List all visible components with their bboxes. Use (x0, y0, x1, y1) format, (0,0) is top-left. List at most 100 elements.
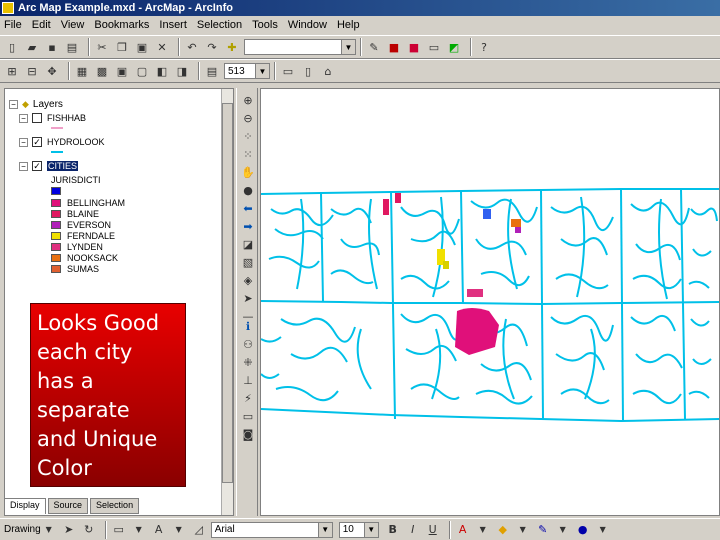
zoom-100-percent-icon[interactable]: ▩ (94, 63, 110, 79)
chevron-down-icon[interactable]: ▼ (131, 522, 147, 538)
chevron-down-icon[interactable]: ▼ (363, 522, 378, 537)
menu-help[interactable]: Help (337, 19, 360, 31)
zoom-out-icon[interactable]: ⊖ (240, 110, 256, 126)
chevron-down-icon[interactable]: ▼ (555, 522, 571, 538)
find-binoculars-icon[interactable]: ⚇ (240, 336, 256, 352)
city-polygon-everson[interactable] (515, 227, 521, 233)
arctoolbox-icon[interactable]: ■ (386, 39, 402, 55)
menu-insert[interactable]: Insert (159, 19, 187, 31)
paste-icon[interactable]: ▣ (134, 39, 150, 55)
toggle-draft-mode-icon[interactable]: ▭ (280, 63, 296, 79)
menu-tools[interactable]: Tools (252, 19, 278, 31)
city-polygon-ferndale[interactable] (443, 261, 449, 269)
open-folder-icon[interactable]: ▰ (24, 39, 40, 55)
map-display[interactable] (260, 88, 720, 516)
tab-source[interactable]: Source (47, 498, 89, 514)
full-extent-globe-icon[interactable]: ● (240, 182, 256, 198)
collapse-icon[interactable]: − (19, 137, 28, 147)
fill-color-icon[interactable]: ◆ (495, 522, 511, 538)
new-document-icon[interactable]: ▯ (4, 39, 20, 55)
model-builder-icon[interactable]: ◩ (446, 39, 462, 55)
chevron-down-icon[interactable]: ▼ (41, 522, 57, 538)
map-canvas[interactable] (261, 89, 720, 516)
city-polygon-blaine[interactable] (395, 193, 401, 203)
chevron-down-icon[interactable]: ▼ (341, 40, 355, 54)
layer-visibility-checkbox[interactable]: ✓ (32, 161, 42, 171)
zoom-control-icon[interactable]: ▤ (204, 63, 220, 79)
toc-scrollbar[interactable] (221, 89, 233, 515)
save-icon[interactable]: ▪ (44, 39, 60, 55)
rotate-icon[interactable]: ↻ (81, 522, 97, 538)
fixed-zoom-out-page-icon[interactable]: ▢ (134, 63, 150, 79)
select-features-icon[interactable]: ◪ (240, 236, 256, 252)
arccatalog-icon[interactable]: ■ (406, 39, 422, 55)
pan-hand-icon[interactable]: ✋ (240, 164, 256, 180)
collapse-icon[interactable]: − (19, 113, 28, 123)
italic-button[interactable]: I (405, 522, 421, 538)
back-arrow-icon[interactable]: ⬅ (240, 200, 256, 216)
chevron-down-icon[interactable]: ▼ (171, 522, 187, 538)
whats-this-help-icon[interactable]: ? (476, 39, 492, 55)
zoom-percent-combo[interactable]: 513 ▼ (224, 63, 270, 79)
toc-layer-row[interactable]: − ✓ CITIES (19, 161, 79, 171)
previous-extent-page-icon[interactable]: ◧ (154, 63, 170, 79)
fixed-zoom-in-page-icon[interactable]: ▣ (114, 63, 130, 79)
line-color-icon[interactable]: ✎ (535, 522, 551, 538)
add-data-icon[interactable]: ✚ (224, 39, 240, 55)
rectangle-icon[interactable]: ▭ (111, 522, 127, 538)
toc-layer-row[interactable]: − FISHHAB (19, 113, 86, 123)
menu-edit[interactable]: Edit (32, 19, 51, 31)
text-tool-icon[interactable]: A (151, 522, 167, 538)
copy-icon[interactable]: ❐ (114, 39, 130, 55)
drawing-menu[interactable]: Drawing (4, 524, 41, 535)
city-polygon-nooksack[interactable] (511, 219, 521, 227)
scrollbar-thumb[interactable] (222, 103, 233, 483)
menu-window[interactable]: Window (288, 19, 327, 31)
measure-ruler-icon[interactable]: ⊥ (240, 372, 256, 388)
collapse-icon[interactable]: − (19, 161, 28, 171)
chevron-down-icon[interactable]: ▼ (317, 522, 332, 537)
time-slider-icon[interactable]: ◙ (240, 426, 256, 442)
zoom-in-page-icon[interactable]: ⊞ (4, 63, 20, 79)
html-popup-icon[interactable]: ▭ (240, 408, 256, 424)
bold-button[interactable]: B (385, 522, 401, 538)
fixed-zoom-out-icon[interactable]: ⁙ (240, 146, 256, 162)
pan-page-icon[interactable]: ✥ (44, 63, 60, 79)
select-elements-arrow-icon[interactable]: ➤ (240, 290, 256, 306)
go-to-xy-icon[interactable]: ⁜ (240, 354, 256, 370)
chevron-down-icon[interactable]: ▼ (475, 522, 491, 538)
menu-file[interactable]: File (4, 19, 22, 31)
delete-icon[interactable]: ✕ (154, 39, 170, 55)
underline-button[interactable]: U (425, 522, 441, 538)
chevron-down-icon[interactable]: ▼ (595, 522, 611, 538)
toc-root-row[interactable]: − ◆ Layers (9, 99, 63, 110)
city-polygon-blaine[interactable] (383, 199, 389, 215)
tab-selection[interactable]: Selection (90, 498, 140, 514)
font-color-icon[interactable]: A (455, 522, 471, 538)
chevron-down-icon[interactable]: ▼ (515, 522, 531, 538)
select-elements-icon[interactable]: ➤ (61, 522, 77, 538)
next-extent-page-icon[interactable]: ◨ (174, 63, 190, 79)
menu-selection[interactable]: Selection (197, 19, 242, 31)
collapse-icon[interactable]: − (9, 100, 18, 109)
zoom-in-icon[interactable]: ⊕ (240, 92, 256, 108)
font-name-combo[interactable]: Arial ▼ (210, 521, 333, 538)
marker-color-icon[interactable]: ● (575, 522, 591, 538)
city-polygon-other[interactable] (483, 209, 491, 219)
print-icon[interactable]: ▤ (64, 39, 80, 55)
zoom-whole-page-icon[interactable]: ▦ (74, 63, 90, 79)
focus-data-frame-icon[interactable]: ▯ (300, 63, 316, 79)
hyperlink-icon[interactable]: ⚡ (240, 390, 256, 406)
zoom-out-page-icon[interactable]: ⊟ (24, 63, 40, 79)
layer-visibility-checkbox[interactable] (32, 113, 42, 123)
command-line-icon[interactable]: ▭ (426, 39, 442, 55)
editor-toolbar-icon[interactable]: ✎ (366, 39, 382, 55)
menu-bookmarks[interactable]: Bookmarks (94, 19, 149, 31)
map-scale-combo[interactable]: ▼ (244, 39, 356, 55)
fixed-zoom-in-icon[interactable]: ⁘ (240, 128, 256, 144)
font-size-combo[interactable]: 10 ▼ (338, 521, 379, 538)
toc-layer-row[interactable]: − ✓ HYDROLOOK (19, 137, 105, 147)
identify-icon[interactable]: ℹ (240, 318, 256, 334)
forward-arrow-icon[interactable]: ➡ (240, 218, 256, 234)
layer-visibility-checkbox[interactable]: ✓ (32, 137, 42, 147)
